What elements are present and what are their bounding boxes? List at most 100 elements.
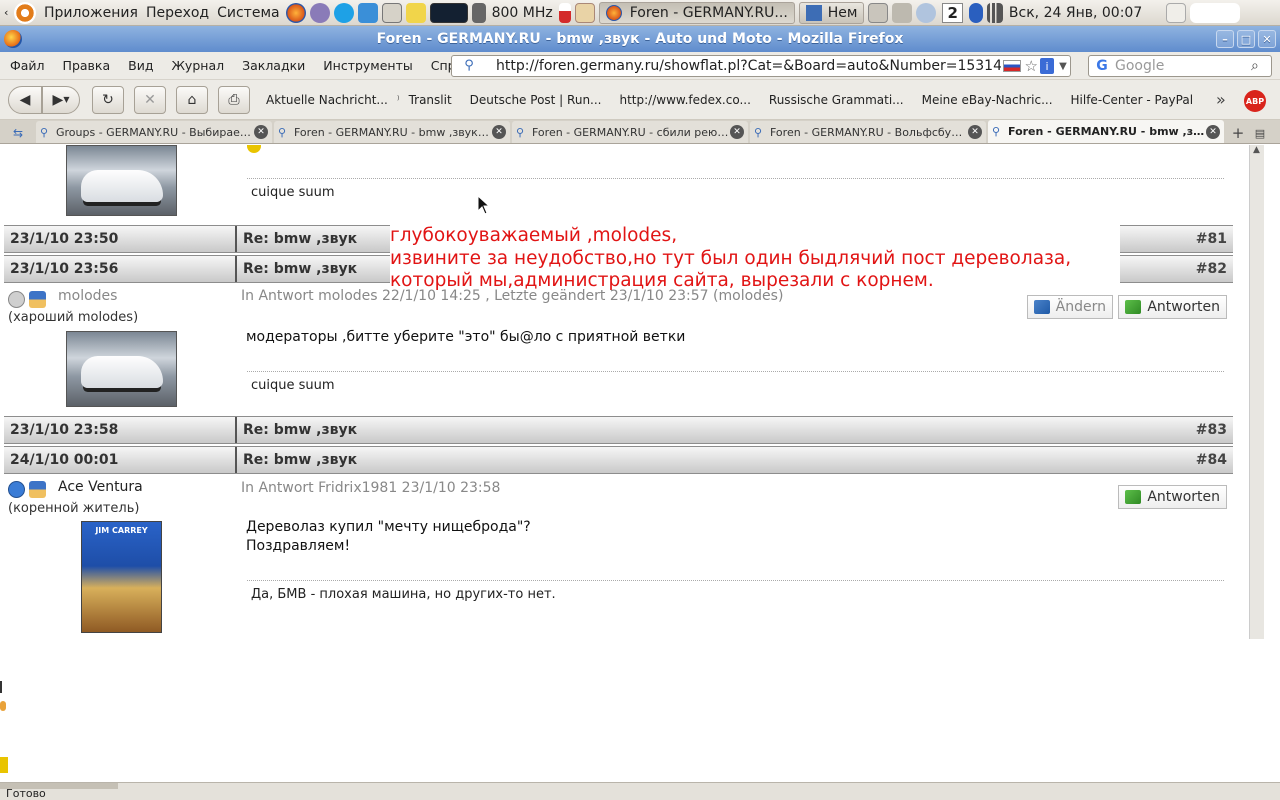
user-menu-icon[interactable] [1166, 2, 1187, 23]
taskbar-firefox-window[interactable]: Foren - GERMANY.RU... [598, 1, 795, 24]
menu-view[interactable]: Вид [119, 58, 162, 73]
tab-menu-icon[interactable]: ▤ [1250, 123, 1270, 143]
google-engine-icon[interactable]: G [1089, 58, 1115, 74]
post-number[interactable]: #81 [1196, 231, 1233, 247]
menu-bookmarks[interactable]: Закладки [233, 58, 314, 73]
cpu-frequency: 800 MHz [491, 4, 553, 21]
post-number[interactable]: #82 [1196, 261, 1233, 277]
tab-groups[interactable]: ⚲ Groups - GERMANY.RU - Выбираем... ✕ [36, 121, 272, 143]
edit-icon [1034, 300, 1050, 314]
poster-username[interactable]: Ace Ventura [58, 479, 143, 495]
url-text[interactable]: http://foren.germany.ru/showflat.pl?Cat=… [496, 58, 1001, 74]
post-number[interactable]: #84 [1196, 452, 1233, 468]
bookmark-paypal[interactable]: Hilfe-Center - PayPal [1071, 93, 1194, 107]
panel-arrow-left[interactable]: ‹ [0, 1, 14, 25]
network-icon[interactable] [868, 2, 889, 23]
print-button[interactable]: ⎙ [218, 85, 250, 114]
bookmark-translit[interactable]: Translit [409, 93, 452, 107]
user-status-icons [8, 481, 46, 498]
url-bar[interactable]: ⚲ http://foren.germany.ru/showflat.pl?Ca… [451, 55, 1071, 77]
menu-tools[interactable]: Инструменты [314, 58, 421, 73]
window-titlebar[interactable]: Foren - GERMANY.RU - bmw ,звук - Auto un… [0, 26, 1280, 52]
reply-button[interactable]: Antworten [1118, 485, 1227, 509]
poster-user-title: (хароший molodes) [8, 310, 139, 325]
bookmark-aktuelle[interactable]: Aktuelle Nachricht... [266, 93, 388, 107]
user-profile-icon[interactable] [29, 481, 46, 498]
panel-menu-places[interactable]: Переход [142, 1, 213, 25]
taskbar-other-label: Нем [827, 4, 858, 21]
workspace-indicator[interactable]: 2 [942, 2, 963, 23]
post-row-84[interactable]: 24/1/10 00:01 Re: bmw ,звук #84 [4, 446, 1233, 474]
scroll-up-arrow-icon[interactable]: ▲ [1249, 145, 1264, 159]
close-window-icon[interactable]: ✕ [1258, 30, 1276, 48]
post-number[interactable]: #83 [1196, 422, 1233, 438]
tab-list-icon[interactable]: ⇆ [0, 123, 36, 143]
tab-bmw-zvuk[interactable]: ⚲ Foren - GERMANY.RU - bmw ,звук -... ✕ [274, 121, 510, 143]
volume-icon[interactable] [892, 2, 913, 23]
edit-button[interactable]: Ändern [1027, 295, 1113, 319]
search-icon[interactable]: ⌕ [1251, 58, 1271, 74]
firefox-window-icon[interactable] [4, 30, 22, 48]
bookmark-ebay[interactable]: Meine eBay-Nachric... [922, 93, 1053, 107]
web-launcher-icon[interactable] [357, 2, 378, 23]
poster-title: (хароший molodes) [8, 309, 138, 325]
reload-button[interactable]: ↻ [92, 85, 124, 114]
molodes-avatar-car [66, 145, 177, 216]
pidgin-launcher-icon[interactable] [309, 2, 330, 23]
panel-menu-system[interactable]: Система [213, 1, 283, 25]
search-placeholder: Google [1115, 58, 1165, 74]
tab-sbili-reyu[interactable]: ⚲ Foren - GERMANY.RU - сбили рею ... ✕ [512, 121, 748, 143]
notes-launcher-icon[interactable] [405, 2, 426, 23]
screenshot-launcher-icon[interactable] [381, 2, 402, 23]
stop-button[interactable]: ✕ [134, 85, 166, 114]
tab-close-icon[interactable]: ✕ [730, 125, 744, 139]
tab-favicon-icon: ⚲ [516, 125, 525, 139]
search-bar[interactable]: G Google ⌕ [1088, 55, 1272, 77]
tab-close-icon[interactable]: ✕ [1206, 124, 1220, 139]
reply-icon [1125, 490, 1142, 504]
taskbar-other-window[interactable]: Нем [798, 1, 865, 24]
menu-file[interactable]: Файл [0, 58, 54, 73]
maximize-icon[interactable]: □ [1237, 30, 1255, 48]
tab-close-icon[interactable]: ✕ [254, 125, 268, 139]
menu-history[interactable]: Журнал [162, 58, 233, 73]
poster-title: (коренной житель) [8, 500, 139, 516]
bookmark-deutsche-post[interactable]: Deutsche Post | Run... [470, 93, 602, 107]
bookmarks-overflow-icon[interactable]: » [1216, 90, 1226, 109]
home-button[interactable]: ⌂ [176, 85, 208, 114]
window-task-icon [805, 4, 822, 21]
user-profile-icon[interactable] [29, 291, 46, 308]
reply-button[interactable]: Antworten [1118, 295, 1227, 319]
notification-icon[interactable] [916, 2, 937, 23]
forward-button[interactable]: ▶ ▼ [42, 85, 80, 114]
tab-bmw-zvuk-active[interactable]: ⚲ Foren - GERMANY.RU - bmw ,звук... ✕ [988, 120, 1224, 143]
site-favicon-icon: ⚲ [464, 58, 474, 73]
panel-menu-applications[interactable]: Приложения [40, 1, 142, 25]
firefox-launcher-icon[interactable] [285, 2, 306, 23]
tab-close-icon[interactable]: ✕ [968, 125, 982, 139]
poster-username[interactable]: molodes [58, 288, 117, 304]
menu-edit[interactable]: Правка [54, 58, 120, 73]
post-row-83[interactable]: 23/1/10 23:58 Re: bmw ,звук #83 [4, 416, 1233, 444]
back-button[interactable]: ◀ [8, 85, 42, 114]
post-subject[interactable]: Re: bmw ,звук [237, 422, 1196, 438]
tab-wolfsburg[interactable]: ⚲ Foren - GERMANY.RU - Вольфсбур... ✕ [750, 121, 986, 143]
url-dropdown-icon[interactable]: ▼ [1056, 61, 1070, 72]
info-icon[interactable]: i [1040, 58, 1054, 74]
bookmark-russische-grammatik[interactable]: Russische Grammati... [769, 93, 904, 107]
skype-launcher-icon[interactable] [333, 2, 354, 23]
paint-icon[interactable] [574, 2, 595, 23]
scrollbar-track[interactable] [1249, 145, 1264, 639]
panel-clock[interactable]: Вск, 24 Янв, 00:07 [1005, 1, 1146, 25]
adblock-plus-icon[interactable]: ABP [1244, 90, 1266, 112]
new-tab-icon[interactable]: + [1226, 123, 1250, 143]
bluetooth-icon[interactable] [968, 2, 983, 23]
tab-close-icon[interactable]: ✕ [492, 125, 506, 139]
user-status-icons [8, 291, 46, 308]
tab-label: Foren - GERMANY.RU - bmw ,звук -... [294, 125, 492, 139]
minimize-icon[interactable]: – [1216, 30, 1234, 48]
bookmark-fedex[interactable]: http://www.fedex.co... [620, 93, 751, 107]
page-scrollbar[interactable]: ▲ [1233, 145, 1280, 639]
bookmark-star-icon[interactable]: ☆ [1025, 57, 1038, 75]
post-subject[interactable]: Re: bmw ,звук [237, 452, 1196, 468]
